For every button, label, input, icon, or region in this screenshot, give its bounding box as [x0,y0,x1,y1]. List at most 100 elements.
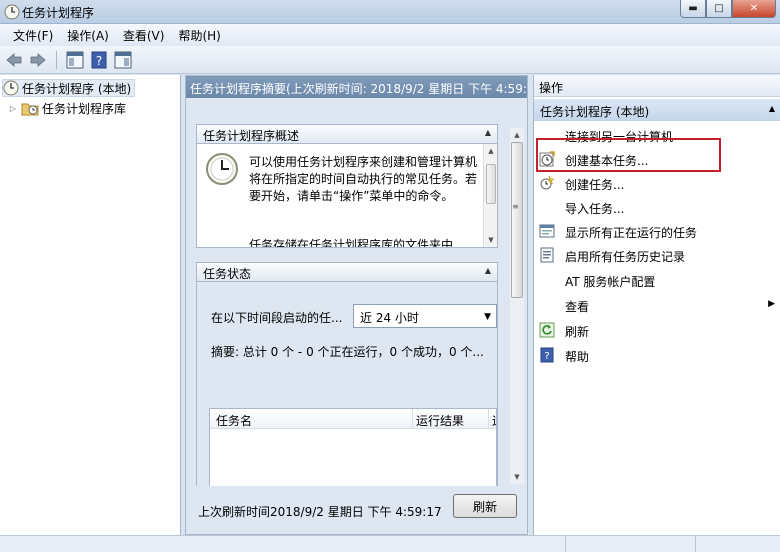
maximize-icon: □ [714,3,724,14]
action-view[interactable]: 查看 ▶ [534,294,780,316]
status-bar [0,535,780,552]
minimize-button[interactable]: ▬ [680,0,706,18]
navigation-tree: 任务计划程序 (本地) ▷ 任务计划程序库 [0,75,181,535]
close-icon: ✕ [749,3,759,14]
create-task-icon [540,175,555,190]
action-at-service-config[interactable]: AT 服务帐户配置 [534,269,780,291]
summary-header: 任务计划程序摘要(上次刷新时间: 2018/9/2 星期日 下午 4:59:17… [186,76,527,98]
center-pane: 任务计划程序摘要(上次刷新时间: 2018/9/2 星期日 下午 4:59:17… [185,75,528,535]
tree-item-library[interactable]: ▷ 任务计划程序库 [8,99,126,117]
folder-clock-icon [21,103,39,116]
collapse-up-icon[interactable]: ▲ [769,104,775,113]
clock-icon [206,153,238,185]
scroll-up-icon[interactable]: ▲ [484,144,497,158]
collapse-up-icon[interactable]: ▲ [485,266,491,275]
action-refresh[interactable]: 刷新 [534,319,780,341]
title-bar: 任务计划程序 ▬ □ ✕ [0,0,780,24]
expand-arrow-icon[interactable]: ▷ [8,103,18,113]
action-label: 创建基本任务... [565,154,649,168]
action-label: 导入任务... [565,202,625,216]
maximize-button[interactable]: □ [706,0,732,18]
status-bar-segment [565,536,566,552]
actions-pane: 操作 任务计划程序 (本地) ▲ 连接到另一台计算机 创建基本任务... 创建任… [533,75,780,535]
column-divider[interactable] [412,409,413,429]
toolbar: ? [0,46,780,74]
menu-help[interactable]: 帮助(H) [171,27,227,44]
action-label: 显示所有正在运行的任务 [565,226,698,240]
action-import-task[interactable]: 导入任务... [534,196,780,218]
show-hide-action-pane-button[interactable] [113,50,133,70]
column-task-name[interactable]: 任务名 [216,412,252,429]
help-icon: ? [91,51,107,68]
running-tasks-icon [539,224,555,238]
overview-section-body: 可以使用任务计划程序来创建和管理计算机将在所指定的时间自动执行的常见任务。若要开… [196,144,498,248]
status-summary: 摘要: 总计 0 个 - 0 个正在运行，0 个成功，0 个... [211,345,484,359]
overview-scrollbar[interactable]: ▲ ▼ [483,144,497,247]
status-bar-segment [695,536,696,552]
submenu-arrow-icon: ▶ [768,299,775,309]
action-enable-history[interactable]: 启用所有任务历史记录 [534,244,780,266]
time-range-label: 在以下时间段启动的任... [211,311,343,325]
basic-task-icon [539,151,555,167]
center-footer: 上次刷新时间2018/9/2 星期日 下午 4:59:17 刷新 [186,488,527,534]
task-table: 任务名 运行结果 运 [209,408,497,486]
overview-text: 可以使用任务计划程序来创建和管理计算机将在所指定的时间自动执行的常见任务。若要开… [249,155,478,203]
toolbar-separator [56,50,57,69]
chevron-down-icon: ▼ [484,312,491,322]
menu-view[interactable]: 查看(V) [116,27,172,44]
scroll-thumb[interactable] [486,164,496,204]
refresh-icon [539,322,555,338]
action-help[interactable]: ? 帮助 [534,344,780,366]
clock-icon [3,80,19,96]
status-section-header[interactable]: 任务状态 ▲ [196,262,498,282]
action-label: 查看 [565,300,590,314]
close-button[interactable]: ✕ [732,0,776,18]
menu-action[interactable]: 操作(A) [60,27,116,44]
svg-text:?: ? [96,54,102,68]
action-label: 创建任务... [565,178,625,192]
forward-arrow-icon [30,52,46,67]
show-hide-action-pane-icon [114,51,132,68]
scroll-thumb[interactable] [511,142,523,298]
window-controls: ▬ □ ✕ [680,0,776,18]
action-label: 连接到另一台计算机 [565,130,674,144]
tree-item-local[interactable]: 任务计划程序 (本地) [2,79,136,97]
window-title: 任务计划程序 [22,6,95,20]
column-divider[interactable] [488,409,489,429]
overview-section-header[interactable]: 任务计划程序概述 ▲ [196,124,498,144]
back-button[interactable] [4,50,24,70]
scroll-grip-icon: ≡ [512,202,519,211]
scroll-down-icon[interactable]: ▼ [484,233,497,247]
overview-title: 任务计划程序概述 [203,129,300,143]
collapse-up-icon[interactable]: ▲ [485,128,491,137]
minimize-icon: ▬ [688,3,698,14]
actions-group-label: 任务计划程序 (本地) [540,105,650,119]
history-icon [540,247,554,263]
last-refresh-text: 上次刷新时间2018/9/2 星期日 下午 4:59:17 [198,505,442,519]
help-button[interactable]: ? [89,50,109,70]
action-connect-computer[interactable]: 连接到另一台计算机 [534,124,780,146]
action-show-running-tasks[interactable]: 显示所有正在运行的任务 [534,220,780,242]
actions-title: 操作 [534,75,780,97]
center-scrollbar[interactable]: ▲ ≡ ▼ [510,128,524,484]
back-arrow-icon [6,52,22,67]
action-create-basic-task[interactable]: 创建基本任务... [534,148,780,170]
scroll-up-icon[interactable]: ▲ [510,128,524,142]
action-label: 帮助 [565,350,590,364]
show-hide-tree-button[interactable] [65,50,85,70]
refresh-button[interactable]: 刷新 [453,494,517,518]
column-run-time[interactable]: 运 [492,412,496,429]
svg-text:?: ? [544,351,549,362]
column-run-result[interactable]: 运行结果 [416,412,464,429]
actions-group-header[interactable]: 任务计划程序 (本地) ▲ [534,99,780,121]
menu-file[interactable]: 文件(F) [6,27,60,44]
action-create-task[interactable]: 创建任务... [534,172,780,194]
action-label: 刷新 [565,325,590,339]
forward-button[interactable] [28,50,48,70]
time-range-select[interactable]: 近 24 小时 ▼ [353,304,497,328]
scroll-down-icon[interactable]: ▼ [510,470,524,484]
status-section-body: 在以下时间段启动的任... 近 24 小时 ▼ 摘要: 总计 0 个 - 0 个… [196,282,498,486]
action-label: 启用所有任务历史记录 [565,250,686,264]
status-title: 任务状态 [203,267,252,281]
help-icon: ? [540,347,554,363]
